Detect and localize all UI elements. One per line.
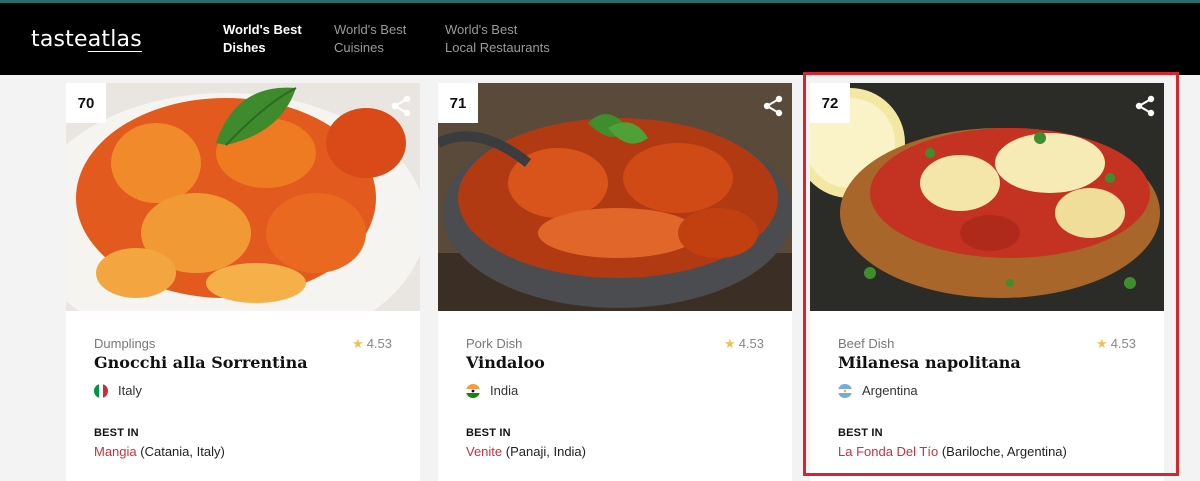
share-icon[interactable] — [1134, 95, 1156, 117]
italy-flag-icon — [94, 383, 108, 398]
dish-name[interactable]: Gnocchi alla Sorrentina — [94, 353, 308, 372]
tasteatlas-logo[interactable]: tasteatlas — [31, 27, 142, 52]
nav-worlds-best-cuisines[interactable]: World's Best Cuisines — [334, 21, 406, 57]
dish-image[interactable] — [66, 83, 420, 311]
rank-badge: 72 — [810, 83, 850, 123]
nav-worlds-best-local-restaurants[interactable]: World's Best Local Restaurants — [445, 21, 550, 57]
share-icon[interactable] — [390, 95, 412, 117]
restaurant-link[interactable]: Mangia — [94, 444, 137, 459]
star-icon: ★ — [724, 336, 736, 351]
dish-type: Pork Dish — [466, 336, 523, 351]
rank-badge: 70 — [66, 83, 106, 123]
rating: ★ 4.53 — [352, 336, 392, 351]
rank-badge: 71 — [438, 83, 478, 123]
best-in-restaurant: Mangia (Catania, Italy) — [94, 444, 225, 459]
star-icon: ★ — [352, 336, 364, 351]
best-in-label: BEST IN — [466, 427, 511, 439]
india-flag-icon — [466, 383, 480, 398]
dish-country[interactable]: Italy — [94, 383, 142, 398]
share-icon[interactable] — [762, 95, 784, 117]
best-in-label: BEST IN — [94, 427, 139, 439]
dish-card-vindaloo[interactable]: 71 Pork Dish ★ 4.53 Vindaloo India BEST I… — [438, 83, 792, 481]
restaurant-link[interactable]: Venite — [466, 444, 502, 459]
site-header: tasteatlas World's Best Dishes World's Be… — [0, 3, 1200, 75]
dish-image[interactable] — [438, 83, 792, 311]
rating: ★ 4.53 — [724, 336, 764, 351]
dish-name[interactable]: Vindaloo — [466, 353, 545, 372]
nav-worlds-best-dishes[interactable]: World's Best Dishes — [223, 21, 302, 57]
dish-card-gnocchi[interactable]: 70 Dumplings ★ 4.53 Gnocchi alla Sorrenti… — [66, 83, 420, 481]
dish-country[interactable]: India — [466, 383, 518, 398]
dish-type: Dumplings — [94, 336, 156, 351]
best-in-restaurant: Venite (Panaji, India) — [466, 444, 586, 459]
selection-highlight — [803, 72, 1179, 476]
